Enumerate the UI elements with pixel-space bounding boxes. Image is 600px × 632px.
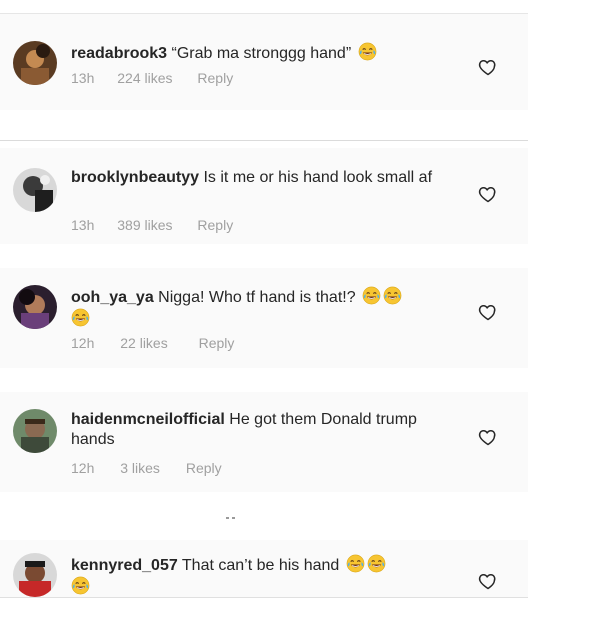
heart-outline-icon[interactable] (478, 302, 498, 322)
comment-body: That can’t be his hand (181, 557, 340, 574)
avatar[interactable] (13, 553, 57, 597)
comment-time: 13h (71, 217, 95, 233)
username-link[interactable]: brooklynbeautyy (71, 169, 199, 186)
comment-text: ooh_ya_ya Nigga! Who tf hand is that!? (71, 286, 436, 330)
crying-laughing-emoji (383, 286, 402, 305)
divider (0, 140, 528, 141)
likes-count[interactable]: 224 likes (117, 70, 172, 86)
comment-text: haidenmcneilofficial He got them Donald … (71, 410, 436, 450)
heart-outline-icon[interactable] (478, 571, 498, 591)
username-link[interactable]: haidenmcneilofficial (71, 411, 225, 428)
username-link[interactable]: ooh_ya_ya (71, 289, 154, 306)
username-link[interactable]: readabrook3 (71, 45, 167, 62)
crying-laughing-emoji (71, 308, 90, 327)
comment-text: brooklynbeautyy Is it me or his hand loo… (71, 168, 436, 188)
heart-outline-icon[interactable] (478, 57, 498, 77)
comment-text: readabrook3 “Grab ma stronggg hand” (71, 42, 436, 64)
reply-button[interactable]: Reply (197, 70, 233, 86)
reply-button[interactable]: Reply (186, 460, 222, 476)
avatar[interactable] (13, 409, 57, 453)
avatar[interactable] (13, 285, 57, 329)
comment-time: 12h (71, 460, 95, 476)
comment-meta: 13h 224 likes Reply (71, 70, 233, 86)
comment-time: 13h (71, 70, 95, 86)
comment-time: 12h (71, 335, 95, 351)
comment-meta: 13h 389 likes Reply (71, 217, 233, 233)
comment-meta: 12h 3 likes Reply (71, 460, 222, 476)
view-replies-cutoff (118, 511, 238, 519)
comment-body: Nigga! Who tf hand is that!? (158, 289, 356, 306)
likes-count[interactable]: 22 likes (120, 335, 167, 351)
comment-text: kennyred_057 That can’t be his hand (71, 554, 436, 598)
avatar[interactable] (13, 41, 57, 85)
reply-button[interactable]: Reply (197, 217, 233, 233)
reply-button[interactable]: Reply (199, 335, 235, 351)
divider (0, 13, 528, 14)
comment-body: “Grab ma stronggg hand” (171, 45, 352, 62)
comment-meta: 12h 22 likes Reply (71, 335, 234, 351)
comment-body: Is it me or his hand look small af (203, 169, 433, 186)
heart-outline-icon[interactable] (478, 427, 498, 447)
crying-laughing-emoji (346, 554, 365, 573)
crying-laughing-emoji (362, 286, 381, 305)
heart-outline-icon[interactable] (478, 184, 498, 204)
likes-count[interactable]: 389 likes (117, 217, 172, 233)
likes-count[interactable]: 3 likes (120, 460, 160, 476)
avatar[interactable] (13, 168, 57, 212)
username-link[interactable]: kennyred_057 (71, 557, 178, 574)
crying-laughing-emoji (367, 554, 386, 573)
crying-laughing-emoji (71, 576, 90, 595)
crying-laughing-emoji (358, 42, 377, 61)
